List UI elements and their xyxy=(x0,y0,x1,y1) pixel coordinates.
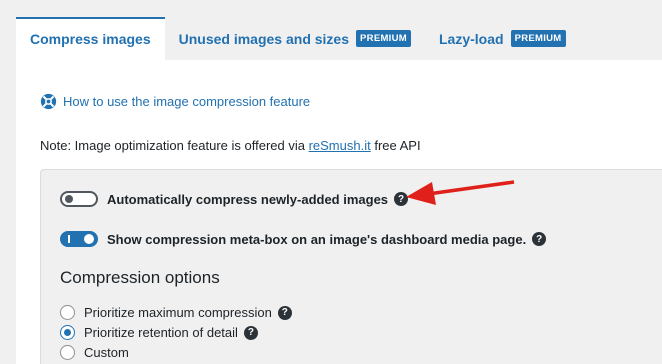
compress-images-panel: How to use the image compression feature… xyxy=(16,60,662,364)
meta-box-row: Show compression meta-box on an image's … xyxy=(60,231,547,247)
lifebuoy-icon xyxy=(40,93,57,110)
note-suffix: free API xyxy=(370,138,421,153)
radio-max-compression[interactable] xyxy=(60,305,75,320)
help-icon[interactable]: ? xyxy=(394,192,409,206)
option-max-compression: Prioritize maximum compression ? xyxy=(60,305,292,320)
premium-badge: PREMIUM xyxy=(510,30,566,47)
note-prefix: Note: Image optimization feature is offe… xyxy=(40,138,309,153)
help-link[interactable]: How to use the image compression feature xyxy=(40,93,310,110)
tab-lazy-load[interactable]: Lazy-load PREMIUM xyxy=(425,17,580,60)
tab-bar: Compress images Unused images and sizes … xyxy=(16,17,580,60)
option-label: Prioritize maximum compression xyxy=(84,305,272,320)
option-custom: Custom xyxy=(60,345,129,360)
api-note: Note: Image optimization feature is offe… xyxy=(40,138,421,153)
radio-retain-detail[interactable] xyxy=(60,325,75,340)
radio-custom[interactable] xyxy=(60,345,75,360)
help-icon[interactable]: ? xyxy=(243,325,258,340)
tab-label: Lazy-load xyxy=(438,30,504,47)
meta-box-label: Show compression meta-box on an image's … xyxy=(107,231,527,247)
option-retain-detail: Prioritize retention of detail ? xyxy=(60,325,258,340)
tab-unused-images[interactable]: Unused images and sizes PREMIUM xyxy=(165,17,425,60)
meta-box-toggle[interactable] xyxy=(60,231,98,247)
help-icon[interactable]: ? xyxy=(532,232,547,246)
resmush-link[interactable]: reSmush.it xyxy=(309,138,371,153)
premium-badge: PREMIUM xyxy=(356,30,411,47)
tab-compress-images[interactable]: Compress images xyxy=(16,17,165,60)
help-link-label: How to use the image compression feature xyxy=(63,94,311,109)
auto-compress-toggle[interactable] xyxy=(60,191,98,207)
tab-label: Unused images and sizes xyxy=(178,30,350,47)
option-label: Prioritize retention of detail xyxy=(84,325,238,340)
settings-box: Automatically compress newly-added image… xyxy=(40,169,662,364)
auto-compress-label: Automatically compress newly-added image… xyxy=(107,191,389,207)
help-icon[interactable]: ? xyxy=(277,305,292,320)
auto-compress-row: Automatically compress newly-added image… xyxy=(60,191,409,207)
option-label: Custom xyxy=(84,345,129,360)
tab-label: Compress images xyxy=(30,30,151,47)
section-title: Compression options xyxy=(60,268,220,287)
